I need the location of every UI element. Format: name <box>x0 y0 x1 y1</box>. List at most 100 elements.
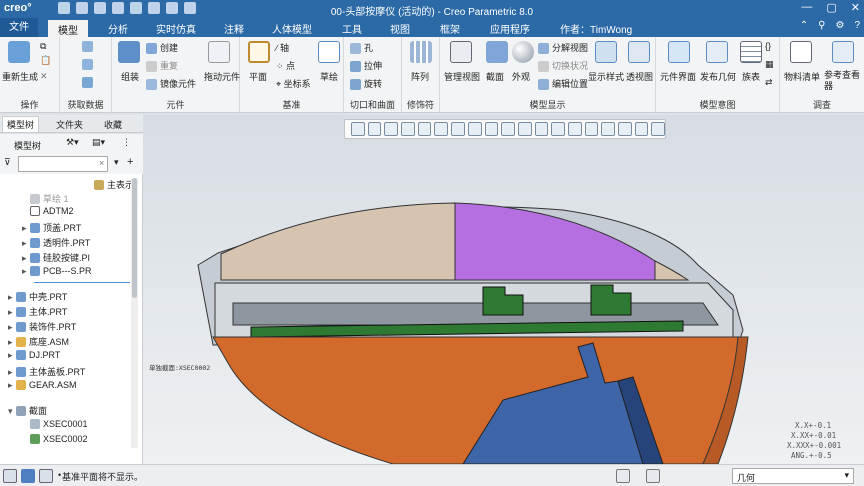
perspective-icon[interactable] <box>628 41 650 63</box>
tree-show-icon[interactable]: ▤▾ <box>92 137 105 148</box>
display-style-icon[interactable] <box>451 122 465 136</box>
pattern-icon[interactable] <box>410 41 432 63</box>
stop-icon[interactable] <box>651 122 666 136</box>
tree-item[interactable]: ▸ 装饰件.PRT <box>8 320 76 335</box>
family-table-button[interactable]: 族表 <box>742 70 760 83</box>
refit-icon[interactable] <box>351 122 365 136</box>
tree-columns-icon[interactable]: ⋮ <box>122 137 131 148</box>
csys-button[interactable]: ⌖ 坐标系 <box>276 77 311 90</box>
tab-favorites[interactable]: 收藏 <box>104 118 122 131</box>
pause-icon[interactable] <box>634 122 649 136</box>
tab-tools[interactable]: 工具 <box>342 21 362 36</box>
appearance-button[interactable]: 外观 <box>512 70 530 83</box>
toggle-navigator-icon[interactable] <box>3 469 17 483</box>
extrude-button[interactable]: 拉伸 <box>350 59 382 73</box>
selected-items-icon[interactable] <box>646 469 660 483</box>
tab-analysis[interactable]: 分析 <box>108 21 128 36</box>
tab-human-model[interactable]: 人体模型 <box>272 21 312 36</box>
copy-geometry-icon[interactable] <box>82 59 96 71</box>
create-button[interactable]: 创建 <box>146 41 178 55</box>
publish-geometry-icon[interactable] <box>706 41 728 63</box>
tab-framework[interactable]: 框架 <box>440 21 460 36</box>
zoom-out-icon[interactable] <box>384 122 399 136</box>
manage-views-button[interactable]: 管理视图 <box>444 70 480 83</box>
publish-geometry-button[interactable]: 发布几何 <box>700 70 736 83</box>
tab-file[interactable]: 文件 <box>0 18 38 37</box>
tab-view[interactable]: 视图 <box>390 21 410 36</box>
graphics-window[interactable]: 单独截面:XSEC0002 X.X+-0.1 X.XX+-0.01 X.XXX+… <box>143 115 864 465</box>
tree-item[interactable]: XSEC0001 <box>22 419 88 434</box>
maximize-icon[interactable]: ▢ <box>826 1 836 14</box>
reference-viewer-icon[interactable] <box>832 41 854 63</box>
tree-item[interactable]: ▸ 硅胶按键.PI <box>22 251 90 266</box>
component-interface-button[interactable]: 元件界面 <box>660 70 696 83</box>
parameters-icon[interactable]: ▦ <box>765 59 774 70</box>
regenerate-button[interactable]: 重新生成 <box>2 70 38 83</box>
appearance-icon[interactable] <box>512 41 534 63</box>
collapse-ribbon-icon[interactable]: ⌃ <box>800 20 808 31</box>
perspective-button[interactable]: 透视图 <box>626 70 653 83</box>
tree-item[interactable]: ▸ 主体.PRT <box>8 305 67 320</box>
tab-model[interactable]: 模型 <box>48 20 88 37</box>
pattern-button[interactable]: 阵列 <box>411 70 429 83</box>
plane-display-icon[interactable] <box>567 122 582 136</box>
axis-display-icon[interactable] <box>517 122 532 136</box>
csys-display-icon[interactable] <box>551 122 565 136</box>
tree-item[interactable]: XSEC0002 <box>22 434 88 449</box>
regenerate-icon[interactable] <box>8 41 30 63</box>
repaint-icon[interactable] <box>401 122 415 136</box>
main-representation[interactable]: 主表示 <box>94 178 134 193</box>
component-interface-icon[interactable] <box>668 41 690 63</box>
point-button[interactable]: ⁘ 点 <box>276 59 295 72</box>
add-filter-icon[interactable]: + <box>127 156 133 168</box>
section-icon[interactable] <box>486 41 508 63</box>
toggle-status-button[interactable]: 切换状况 <box>538 59 588 73</box>
annotation-orientation-icon[interactable] <box>618 122 632 136</box>
display-style-button[interactable]: 显示样式 <box>588 70 624 83</box>
family-table-icon[interactable] <box>740 41 762 63</box>
help-icon[interactable]: ? <box>854 20 860 31</box>
plane-button[interactable]: 平面 <box>249 70 267 83</box>
hole-button[interactable]: 孔 <box>350 41 373 55</box>
bom-button[interactable]: 物料清单 <box>784 70 820 83</box>
tab-folder-browser[interactable]: 文件夹 <box>56 118 83 131</box>
tab-live-simulation[interactable]: 实时仿真 <box>156 21 196 36</box>
display-style-icon[interactable] <box>595 41 617 63</box>
tree-scrollbar-thumb[interactable] <box>132 178 137 298</box>
tree-item[interactable]: ▸ 顶盖.PRT <box>22 221 81 236</box>
explode-view-button[interactable]: 分解视图 <box>538 41 588 55</box>
paste-icon[interactable]: 📋 <box>40 55 51 66</box>
copy-icon[interactable]: ⧉ <box>40 41 46 52</box>
tree-search-input[interactable] <box>18 156 108 172</box>
section-button[interactable]: 截面 <box>486 70 504 83</box>
shrinkwrap-icon[interactable] <box>82 77 96 89</box>
spin-center-icon[interactable] <box>601 122 615 136</box>
fullscreen-icon[interactable] <box>39 469 53 483</box>
tab-annotate[interactable]: 注释 <box>224 21 244 36</box>
clear-search-icon[interactable]: × <box>99 158 104 168</box>
datum-display-icon[interactable] <box>501 122 515 136</box>
settings-icon[interactable]: ⚙ <box>835 20 844 31</box>
tree-item[interactable]: ▸ 主体盖板.PRT <box>8 365 85 380</box>
selection-filter-dropdown[interactable]: 几何 ▾ <box>732 468 854 484</box>
zoom-in-icon[interactable] <box>367 122 382 136</box>
filter-dropdown-icon[interactable]: ▾ <box>114 157 119 168</box>
close-icon[interactable]: ✕ <box>851 1 860 14</box>
delete-icon[interactable]: ✕ <box>40 71 48 82</box>
edit-position-button[interactable]: 编辑位置 <box>538 77 588 91</box>
browser-icon[interactable] <box>21 469 35 483</box>
tree-item[interactable]: 草绘 1 <box>22 192 69 207</box>
relations-icon[interactable]: {} <box>765 41 771 51</box>
revolve-button[interactable]: 旋转 <box>350 77 382 91</box>
assemble-button[interactable]: 组装 <box>121 70 139 83</box>
assemble-icon[interactable] <box>118 41 140 63</box>
tree-item[interactable]: ▸ GEAR.ASM <box>8 380 77 395</box>
drag-hand-icon[interactable] <box>208 41 230 63</box>
mirror-component-button[interactable]: 镜像元件 <box>146 77 196 91</box>
drag-component-button[interactable]: 拖动元件 <box>204 70 240 83</box>
find-icon[interactable] <box>616 469 630 483</box>
manage-views-icon[interactable] <box>450 41 472 63</box>
axis-button[interactable]: ∕ 轴 <box>276 41 289 54</box>
sketch-button[interactable]: 草绘 <box>320 70 338 83</box>
tree-item[interactable]: ▸ PCB---S.PR <box>22 266 92 281</box>
